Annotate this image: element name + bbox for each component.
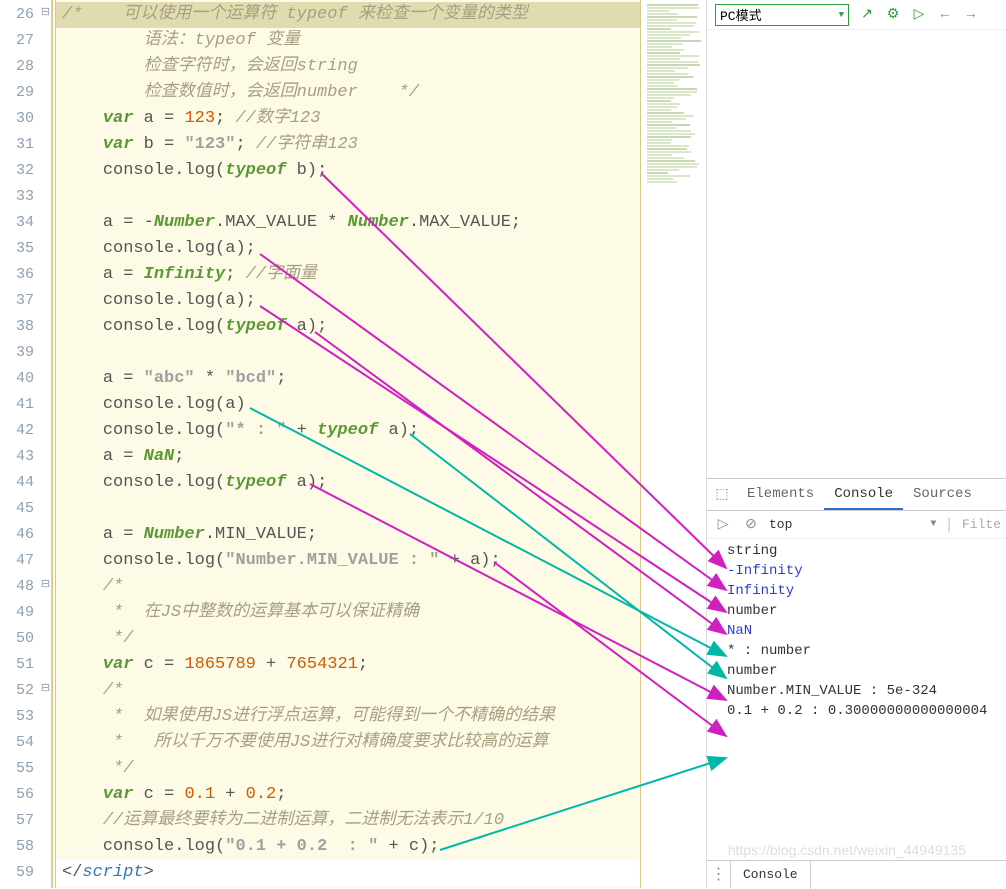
gear-icon[interactable]: ⚙ xyxy=(885,7,901,23)
comment-text: //数字123 xyxy=(225,109,320,128)
html-tag: script xyxy=(82,863,143,882)
line-gutter: 2627282930313233343536373839404142434445… xyxy=(0,0,40,888)
keyword-var: var xyxy=(103,109,134,128)
devtools-panel: ⬚ Elements Console Sources ▷ ⊘ top ▼ | F… xyxy=(707,478,1006,739)
comment-text: 语法：typeof 变量 xyxy=(62,31,300,50)
divider: | xyxy=(944,516,954,534)
builtin-number: Number xyxy=(154,213,215,232)
keyword-typeof: typeof xyxy=(225,161,286,180)
identifier: b xyxy=(133,135,164,154)
operator: = xyxy=(164,109,174,128)
chevron-down-icon: ▼ xyxy=(839,10,844,20)
inspect-icon[interactable]: ⬚ xyxy=(707,479,737,510)
drawer-tab-console[interactable]: Console xyxy=(731,861,811,889)
filter-input[interactable]: Filte xyxy=(962,517,1001,532)
builtin-number: Number xyxy=(348,213,409,232)
number-literal: 123 xyxy=(184,109,215,128)
code-editor[interactable]: 2627282930313233343536373839404142434445… xyxy=(0,0,706,888)
more-icon[interactable]: ⋮ xyxy=(707,861,731,888)
forward-icon[interactable]: → xyxy=(963,7,979,23)
devtools-tabs: ⬚ Elements Console Sources xyxy=(707,479,1006,511)
export-icon[interactable]: ↗ xyxy=(859,7,875,23)
string-literal: "123" xyxy=(184,135,235,154)
mode-dropdown[interactable]: PC模式 ▼ xyxy=(715,4,849,26)
fold-gutter[interactable]: ⊟⊟⊟ xyxy=(40,0,52,888)
tab-console[interactable]: Console xyxy=(824,479,903,510)
preview-toolbar: PC模式 ▼ ↗ ⚙ ▷ ← → xyxy=(707,0,1006,30)
tab-elements[interactable]: Elements xyxy=(737,479,824,510)
comment-text: 检查字符时，会返回string xyxy=(62,57,358,76)
mode-label: PC模式 xyxy=(720,5,762,24)
comment-text: /* 可以使用一个运算符 xyxy=(62,5,286,24)
builtin-nan: NaN xyxy=(144,447,175,466)
run-icon[interactable]: ▷ xyxy=(911,7,927,23)
preview-panel: PC模式 ▼ ↗ ⚙ ▷ ← → ⬚ Elements Console Sour… xyxy=(706,0,1006,888)
object-ref: console. xyxy=(103,161,185,180)
builtin-infinity: Infinity xyxy=(144,265,226,284)
comment-text: 来检查一个变量的类型 xyxy=(348,5,528,24)
identifier: a xyxy=(133,109,164,128)
keyword-typeof: typeof xyxy=(286,5,347,24)
code-area[interactable]: /* 可以使用一个运算符 typeof 来检查一个变量的类型 语法：typeof… xyxy=(56,0,640,888)
keyword-var: var xyxy=(103,135,134,154)
chevron-down-icon: ▼ xyxy=(930,519,936,530)
back-icon[interactable]: ← xyxy=(937,7,953,23)
console-toolbar: ▷ ⊘ top ▼ | Filte xyxy=(707,511,1006,539)
clear-console-icon[interactable]: ⊘ xyxy=(741,516,761,533)
console-output[interactable]: string-InfinityInfinitynumberNaN* : numb… xyxy=(707,539,1006,739)
devtools-drawer: ⋮ Console xyxy=(707,860,1006,888)
comment-text: 检查数值时，会返回number */ xyxy=(62,83,419,102)
play-icon[interactable]: ▷ xyxy=(713,516,733,533)
watermark-text: https://blog.csdn.net/weixin_44949135 xyxy=(728,842,966,858)
minimap[interactable] xyxy=(640,0,706,888)
context-select[interactable]: top xyxy=(769,517,792,532)
comment-text: //字符串123 xyxy=(246,135,358,154)
function-call: log xyxy=(184,161,215,180)
tab-sources[interactable]: Sources xyxy=(903,479,982,510)
